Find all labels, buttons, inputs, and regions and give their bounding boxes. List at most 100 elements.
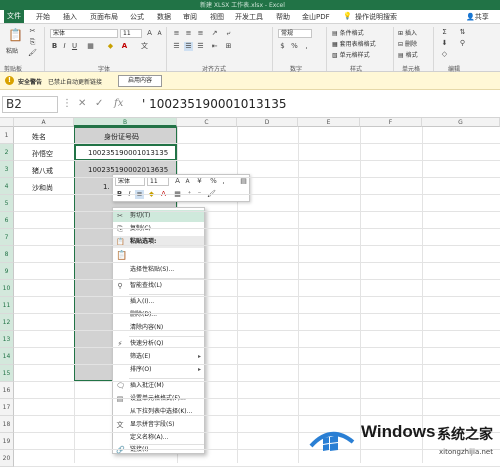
currency-icon[interactable]: $ <box>278 42 287 51</box>
copy-icon[interactable]: ⎘ <box>28 38 37 47</box>
cell-b4[interactable]: 1. <box>103 183 110 191</box>
column-header-d[interactable]: D <box>237 118 298 127</box>
column-header-a[interactable]: A <box>14 118 74 127</box>
menu-show-phonetic[interactable]: 文显示拼音字段(S) <box>113 419 204 431</box>
column-header-g[interactable]: G <box>422 118 500 127</box>
menu-copy[interactable]: ⎘复制(C) <box>113 223 204 235</box>
underline-icon[interactable]: U <box>70 42 79 51</box>
menu-sort[interactable]: 排序(O) ▸ <box>113 364 204 376</box>
indent-icon[interactable]: ⇤ <box>210 42 219 51</box>
tab-developer[interactable]: 开发工具 <box>235 12 263 22</box>
menu-quick-analysis[interactable]: ⚡ 快速分析(Q) <box>113 338 204 350</box>
align-bottom-icon[interactable]: ≡ <box>196 29 205 38</box>
align-left-icon[interactable]: ☰ <box>172 42 181 51</box>
tab-pdf[interactable]: 金山PDF <box>302 12 330 22</box>
cell-a3[interactable]: 猪八戒 <box>32 166 53 176</box>
font-color-icon[interactable]: A <box>120 42 129 51</box>
row-header[interactable]: 18 <box>0 416 14 433</box>
menu-link[interactable]: 🔗链接(I) <box>113 444 204 456</box>
row-header[interactable]: 9 <box>0 263 14 280</box>
row-header[interactable]: 19 <box>0 433 14 450</box>
delete-cells-button[interactable]: ⊟ 删除 <box>398 39 417 48</box>
number-format-select[interactable]: 常规 <box>278 29 312 38</box>
grow-font-icon[interactable]: A <box>145 29 154 38</box>
phonetic-icon[interactable]: 文 <box>140 42 149 51</box>
bold-icon[interactable]: B <box>50 42 59 51</box>
row-header[interactable]: 16 <box>0 382 14 399</box>
sort-filter-icon[interactable]: ⇅ <box>458 28 467 37</box>
row-header[interactable]: 14 <box>0 348 14 365</box>
row-header[interactable]: 5 <box>0 195 14 212</box>
tab-page-layout[interactable]: 页面布局 <box>90 12 118 22</box>
tab-home[interactable]: 开始 <box>36 12 50 22</box>
tab-view[interactable]: 视图 <box>210 12 224 22</box>
fill-icon[interactable]: ⬇ <box>440 39 449 48</box>
cancel-icon[interactable]: ✕ <box>78 98 86 109</box>
autosum-icon[interactable]: Σ <box>440 28 449 37</box>
tab-insert[interactable]: 插入 <box>63 12 77 22</box>
column-header-f[interactable]: F <box>360 118 422 127</box>
cell-b2[interactable]: 100235190001013135 <box>88 149 168 157</box>
row-header[interactable]: 1 <box>0 127 14 144</box>
font-size-select[interactable]: 11 <box>120 29 142 38</box>
paste-label[interactable]: 粘贴 <box>6 46 18 55</box>
font-name-select[interactable]: 宋体 <box>50 29 118 38</box>
conditional-format-button[interactable]: ▤ 条件格式 <box>332 28 364 37</box>
menu-delete[interactable]: 删除(D)... <box>113 309 204 321</box>
comma-icon[interactable]: , <box>219 177 228 186</box>
cell-b1[interactable]: 身份证号码 <box>104 132 139 142</box>
row-header[interactable]: 6 <box>0 212 14 229</box>
cell-a4[interactable]: 沙和尚 <box>32 183 53 193</box>
select-all-corner[interactable] <box>0 118 14 127</box>
row-header[interactable]: 15 <box>0 365 14 382</box>
tab-help[interactable]: 帮助 <box>276 12 290 22</box>
format-cells-button[interactable]: ▤ 格式 <box>398 50 418 59</box>
shrink-font-icon[interactable]: A <box>183 177 192 186</box>
worksheet-grid[interactable]: A B C D E F G 姓名 身份证号码 孙悟空 1002351900010… <box>0 118 500 467</box>
row-header[interactable]: 17 <box>0 399 14 416</box>
merge-center-icon[interactable]: ⊞ <box>224 42 233 51</box>
row-header[interactable]: 3 <box>0 161 14 178</box>
insert-cells-button[interactable]: ⊞ 插入 <box>398 28 417 37</box>
row-header[interactable]: 7 <box>0 229 14 246</box>
tab-file[interactable]: 文件 <box>4 10 24 23</box>
column-header-c[interactable]: C <box>177 118 237 127</box>
menu-clear-contents[interactable]: 清除内容(N) <box>113 322 204 334</box>
align-center-icon[interactable]: ☰ <box>184 42 193 51</box>
align-top-icon[interactable]: ≡ <box>172 29 181 38</box>
border-icon[interactable]: ▦ <box>86 42 95 51</box>
cell-b3[interactable]: 100235190002013635 <box>88 166 168 174</box>
name-box[interactable]: B2 <box>2 96 58 113</box>
formula-input[interactable]: ' 100235190001013135 <box>142 97 287 111</box>
format-painter-icon[interactable]: 🖌 <box>28 49 37 58</box>
menu-pick-from-list[interactable]: 从下拉列表中选择(K)... <box>113 406 204 418</box>
align-middle-icon[interactable]: ≡ <box>184 29 193 38</box>
enable-content-button[interactable]: 启用内容 <box>118 75 162 87</box>
cell-a2[interactable]: 孙悟空 <box>32 149 53 159</box>
wrap-text-icon[interactable]: ⤶ <box>224 29 233 38</box>
align-right-icon[interactable]: ☰ <box>196 42 205 51</box>
menu-define-name[interactable]: 定义名称(A)... <box>113 432 204 444</box>
column-header-b[interactable]: B <box>74 118 177 127</box>
row-header[interactable]: 8 <box>0 246 14 263</box>
row-header[interactable]: 12 <box>0 314 14 331</box>
cut-icon[interactable]: ✂ <box>28 27 37 36</box>
column-header-e[interactable]: E <box>298 118 360 127</box>
menu-format-cells[interactable]: ▤设置单元格格式(F)... <box>113 393 204 405</box>
menu-insert[interactable]: 插入(I)... <box>113 296 204 308</box>
row-header[interactable]: 20 <box>0 450 14 467</box>
find-select-icon[interactable]: ⚲ <box>458 39 467 48</box>
percent-icon[interactable]: % <box>209 177 218 186</box>
table-format-button[interactable]: ▦ 套用表格格式 <box>332 39 376 48</box>
menu-smart-lookup[interactable]: ⚲ 智能查找(L) <box>113 280 204 292</box>
enter-icon[interactable]: ✓ <box>95 98 103 109</box>
currency-icon[interactable]: ¥ <box>195 177 204 186</box>
tab-data[interactable]: 数据 <box>157 12 171 22</box>
row-header[interactable]: 11 <box>0 297 14 314</box>
row-header[interactable]: 13 <box>0 331 14 348</box>
fx-icon[interactable]: fx <box>114 98 123 109</box>
row-header[interactable]: 4 <box>0 178 14 195</box>
comma-icon[interactable]: , <box>302 42 311 51</box>
tab-review[interactable]: 审阅 <box>183 12 197 22</box>
mini-font-select[interactable]: 宋体 <box>115 177 145 186</box>
